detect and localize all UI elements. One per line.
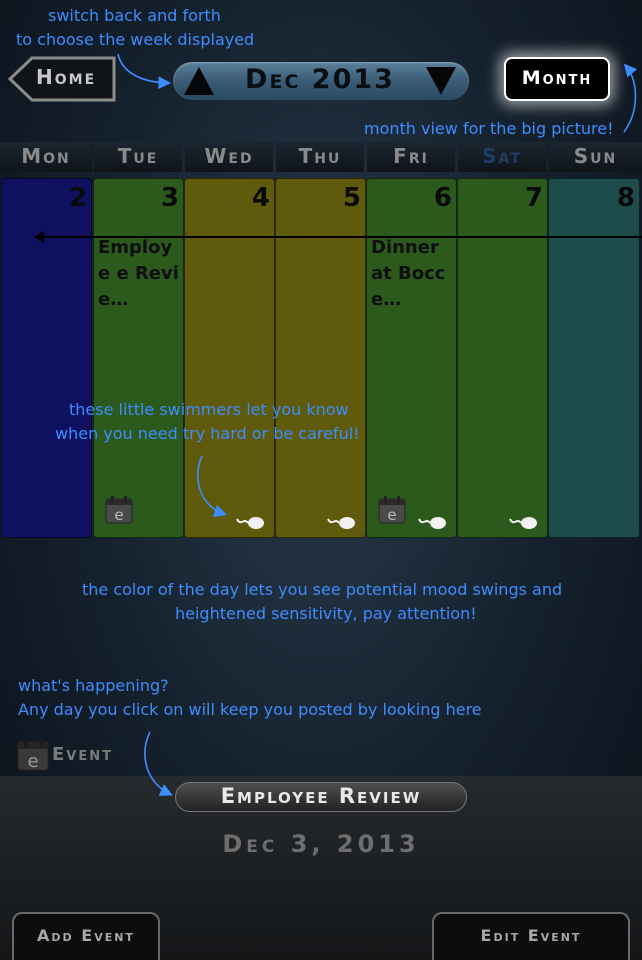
day-event-title: Dinner at Bocce… xyxy=(371,237,446,310)
day-column-tue[interactable]: 3 Employe e Revie… e xyxy=(93,178,184,538)
home-button[interactable]: Home xyxy=(8,56,116,102)
triangle-up-icon[interactable] xyxy=(183,66,215,96)
annotation-week-switch-2: to choose the week displayed xyxy=(16,30,255,49)
day-header: Mon Tue Wed Thu Fri Sat Sun xyxy=(0,142,642,172)
annotation-color-2: heightened sensitivity, pay attention! xyxy=(175,604,477,623)
week-label: Dec 2013 xyxy=(245,64,395,95)
event-date: Dec 3, 2013 xyxy=(222,830,420,858)
calendar-event-icon: e xyxy=(17,739,49,772)
annotation-swimmers-1: these little swimmers let you know xyxy=(69,400,349,419)
current-time-pointer xyxy=(34,231,44,243)
dayname-thu: Thu xyxy=(276,142,364,172)
day-event-title: Employe e Revie… xyxy=(98,237,179,310)
dayname-fri: Fri xyxy=(367,142,455,172)
swimmer-icon xyxy=(236,517,264,529)
day-column-thu[interactable]: 5 xyxy=(275,178,366,538)
swimmer-icon xyxy=(327,517,355,529)
day-column-mon[interactable]: 2 xyxy=(1,178,92,538)
add-event-button[interactable]: Add Event xyxy=(12,912,160,960)
arrow-to-week-selector xyxy=(117,53,172,90)
day-number: 5 xyxy=(342,183,361,213)
month-button[interactable]: Month xyxy=(504,57,610,101)
dayname-mon: Mon xyxy=(0,142,92,172)
day-column-wed[interactable]: 4 xyxy=(184,178,275,538)
svg-text:e: e xyxy=(114,506,123,524)
day-number: 4 xyxy=(251,183,270,213)
day-number: 7 xyxy=(524,183,543,213)
dayname-sun: Sun xyxy=(549,142,642,172)
dayname-tue: Tue xyxy=(94,142,182,172)
current-time-line xyxy=(36,236,642,238)
week-selector: Dec 2013 xyxy=(173,62,469,100)
triangle-down-icon[interactable] xyxy=(425,66,457,96)
edit-event-button[interactable]: Edit Event xyxy=(432,912,630,960)
swimmer-icon xyxy=(509,517,537,529)
swimmer-icon xyxy=(418,517,446,529)
annotation-month-view: month view for the big picture! xyxy=(364,119,614,138)
dayname-wed: Wed xyxy=(185,142,273,172)
week-calendar: 2 3 Employe e Revie… e 4 5 6 Dinner at B… xyxy=(0,178,642,538)
svg-text:e: e xyxy=(27,751,38,772)
day-number: 8 xyxy=(616,183,635,213)
day-column-sun[interactable]: 8 xyxy=(548,178,640,538)
event-section-label: Event xyxy=(52,744,113,765)
home-label: Home xyxy=(36,65,97,89)
day-number: 2 xyxy=(68,183,87,213)
annotation-happening-1: what's happening? xyxy=(18,676,169,695)
svg-text:e: e xyxy=(387,506,396,524)
annotation-color-1: the color of the day lets you see potent… xyxy=(82,580,563,599)
day-number: 6 xyxy=(433,183,452,213)
annotation-week-switch-1: switch back and forth xyxy=(48,6,221,25)
event-title: Employee Review xyxy=(175,782,467,812)
annotation-happening-2: Any day you click on will keep you poste… xyxy=(18,700,482,719)
day-column-fri[interactable]: 6 Dinner at Bocce… e xyxy=(366,178,457,538)
calendar-event-icon: e xyxy=(378,496,406,524)
day-column-sat[interactable]: 7 xyxy=(457,178,548,538)
annotation-swimmers-2: when you need try hard or be careful! xyxy=(55,424,360,443)
dayname-sat: Sat xyxy=(458,142,546,172)
calendar-event-icon: e xyxy=(105,496,133,524)
arrow-to-month-button xyxy=(623,63,638,133)
day-number: 3 xyxy=(160,183,179,213)
